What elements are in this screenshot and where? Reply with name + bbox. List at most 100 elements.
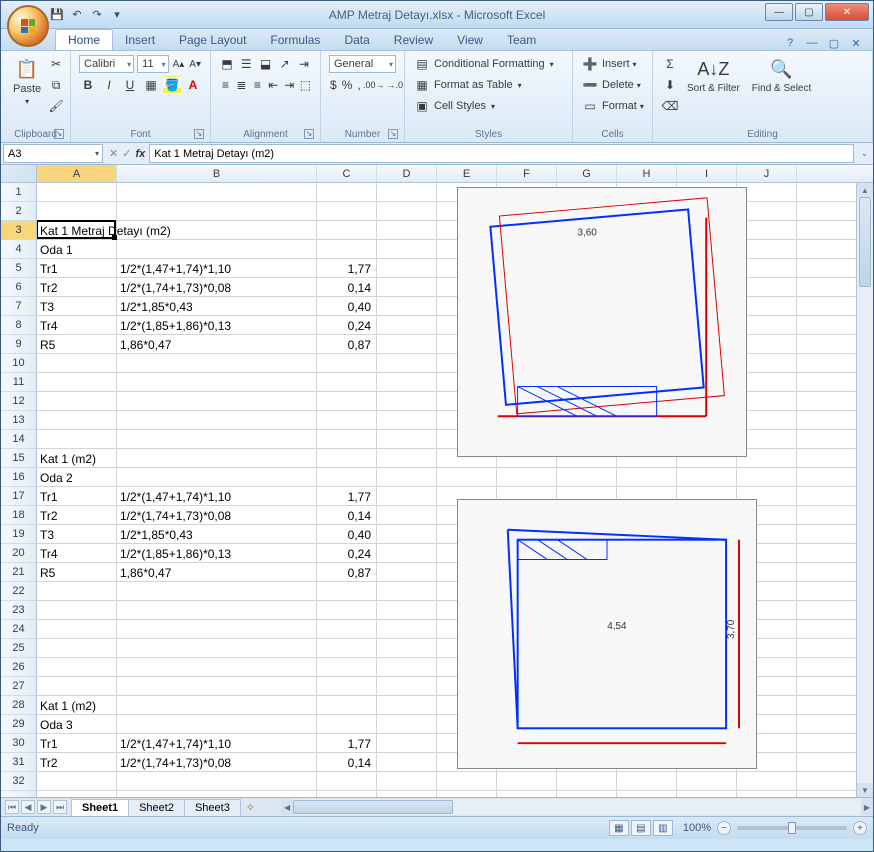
cell[interactable]: Tr4 <box>37 544 117 563</box>
doc-close-icon[interactable]: ✕ <box>849 36 863 50</box>
font-name-combo[interactable]: Calibri▾ <box>79 55 134 73</box>
col-header-G[interactable]: G <box>557 165 617 182</box>
view-normal-icon[interactable]: ▦ <box>609 820 629 836</box>
cell[interactable]: T3 <box>37 525 117 544</box>
zoom-out-button[interactable]: − <box>717 821 731 835</box>
enter-formula-icon[interactable]: ✓ <box>122 147 131 160</box>
cut-button[interactable]: ✂ <box>47 55 65 73</box>
tab-team[interactable]: Team <box>495 30 548 50</box>
align-bottom-button[interactable]: ⬓ <box>257 55 273 73</box>
font-launcher-icon[interactable]: ↘ <box>194 129 204 139</box>
row-header[interactable]: 27 <box>1 677 36 696</box>
row-header[interactable]: 8 <box>1 316 36 335</box>
cell[interactable]: R5 <box>37 563 117 582</box>
cell[interactable]: 0,40 <box>317 525 377 544</box>
cells-area[interactable]: 3,60 4,54 3,70 Kat 1 Metraj Detayı (m2)O… <box>37 183 856 797</box>
conditional-formatting-button[interactable]: ▤Conditional Formatting▾ <box>413 55 564 73</box>
cell[interactable]: 0,87 <box>317 335 377 354</box>
zoom-in-button[interactable]: + <box>853 821 867 835</box>
cell[interactable]: Tr1 <box>37 259 117 278</box>
zoom-level[interactable]: 100% <box>683 822 711 834</box>
row-header[interactable]: 9 <box>1 335 36 354</box>
align-right-button[interactable]: ≡ <box>251 76 264 94</box>
format-as-table-button[interactable]: ▦Format as Table▾ <box>413 76 564 94</box>
sheet-tab-3[interactable]: Sheet3 <box>184 799 241 816</box>
qat-redo-icon[interactable]: ↷ <box>89 7 105 23</box>
maximize-button[interactable]: ▢ <box>795 3 823 21</box>
row-header[interactable]: 22 <box>1 582 36 601</box>
tab-page-layout[interactable]: Page Layout <box>167 30 258 50</box>
cell[interactable]: 1/2*(1,74+1,73)*0,08 <box>117 278 317 297</box>
tab-data[interactable]: Data <box>332 30 381 50</box>
worksheet-grid[interactable]: 1234567891011121314151617181920212223242… <box>1 183 873 797</box>
row-header[interactable]: 4 <box>1 240 36 259</box>
cell[interactable]: 1,86*0,47 <box>117 335 317 354</box>
row-header[interactable]: 2 <box>1 202 36 221</box>
cell[interactable]: 0,14 <box>317 506 377 525</box>
decrease-decimal-button[interactable]: →.0 <box>386 76 404 94</box>
percent-format-button[interactable]: % <box>341 76 354 94</box>
alignment-launcher-icon[interactable]: ↘ <box>304 129 314 139</box>
cell[interactable]: Tr2 <box>37 278 117 297</box>
fill-color-button[interactable]: 🪣 <box>163 76 181 94</box>
number-format-combo[interactable]: General▾ <box>329 55 396 73</box>
cell[interactable]: 1/2*(1,85+1,86)*0,13 <box>117 316 317 335</box>
cell[interactable]: 1/2*1,85*0,43 <box>117 525 317 544</box>
office-button[interactable] <box>7 5 49 47</box>
cell[interactable]: Tr1 <box>37 734 117 753</box>
align-top-button[interactable]: ⬒ <box>219 55 235 73</box>
cell[interactable]: Oda 2 <box>37 468 117 487</box>
horizontal-scrollbar[interactable]: ◀ ▶ <box>281 799 873 815</box>
row-header[interactable]: 15 <box>1 449 36 468</box>
cell[interactable]: 0,24 <box>317 316 377 335</box>
row-header[interactable]: 31 <box>1 753 36 772</box>
cell[interactable]: Tr2 <box>37 753 117 772</box>
doc-restore-icon[interactable]: ▢ <box>827 36 841 50</box>
sheet-nav-next-icon[interactable]: ▶ <box>37 800 51 814</box>
qat-customize-icon[interactable]: ▾ <box>109 7 125 23</box>
accounting-format-button[interactable]: $ <box>329 76 338 94</box>
qat-save-icon[interactable]: 💾 <box>49 7 65 23</box>
minimize-button[interactable]: — <box>765 3 793 21</box>
italic-button[interactable]: I <box>100 76 118 94</box>
col-header-B[interactable]: B <box>117 165 317 182</box>
row-header[interactable]: 12 <box>1 392 36 411</box>
view-page-layout-icon[interactable]: ▤ <box>631 820 651 836</box>
cell[interactable]: 1/2*(1,85+1,86)*0,13 <box>117 544 317 563</box>
scroll-up-icon[interactable]: ▲ <box>857 183 873 197</box>
close-button[interactable]: ✕ <box>825 3 869 21</box>
expand-formula-bar-icon[interactable]: ⌄ <box>856 143 873 164</box>
fill-button[interactable]: ⬇ <box>661 76 679 94</box>
cell[interactable]: 0,14 <box>317 753 377 772</box>
align-center-button[interactable]: ≣ <box>235 76 248 94</box>
font-size-combo[interactable]: 11▾ <box>137 55 168 73</box>
sheet-tab-1[interactable]: Sheet1 <box>71 799 129 816</box>
name-box[interactable]: A3▾ <box>3 144 103 163</box>
row-header[interactable]: 26 <box>1 658 36 677</box>
help-icon[interactable]: ? <box>783 36 797 50</box>
embedded-drawing-1[interactable]: 3,60 <box>457 187 747 457</box>
cell[interactable]: 0,14 <box>317 278 377 297</box>
col-header-A[interactable]: A <box>37 165 117 182</box>
increase-decimal-button[interactable]: .00→ <box>365 76 383 94</box>
sort-filter-button[interactable]: A↓ZSort & Filter <box>683 55 744 115</box>
cell[interactable]: 0,24 <box>317 544 377 563</box>
view-page-break-icon[interactable]: ▥ <box>653 820 673 836</box>
formula-input[interactable]: Kat 1 Metraj Detayı (m2) <box>149 144 854 163</box>
format-cells-button[interactable]: ▭Format▾ <box>581 97 644 115</box>
row-header[interactable]: 17 <box>1 487 36 506</box>
col-header-H[interactable]: H <box>617 165 677 182</box>
row-header[interactable]: 32 <box>1 772 36 791</box>
format-painter-button[interactable]: 🖌 <box>47 97 65 115</box>
col-header-D[interactable]: D <box>377 165 437 182</box>
row-header[interactable]: 29 <box>1 715 36 734</box>
row-header[interactable]: 23 <box>1 601 36 620</box>
fx-icon[interactable]: fx <box>135 148 145 160</box>
tab-home[interactable]: Home <box>55 29 113 50</box>
zoom-slider[interactable] <box>737 826 847 830</box>
clipboard-launcher-icon[interactable]: ↘ <box>54 129 64 139</box>
tab-insert[interactable]: Insert <box>113 30 167 50</box>
autosum-button[interactable]: Σ <box>661 55 679 73</box>
tab-view[interactable]: View <box>445 30 495 50</box>
sheet-nav-last-icon[interactable]: ⏭ <box>53 800 67 814</box>
